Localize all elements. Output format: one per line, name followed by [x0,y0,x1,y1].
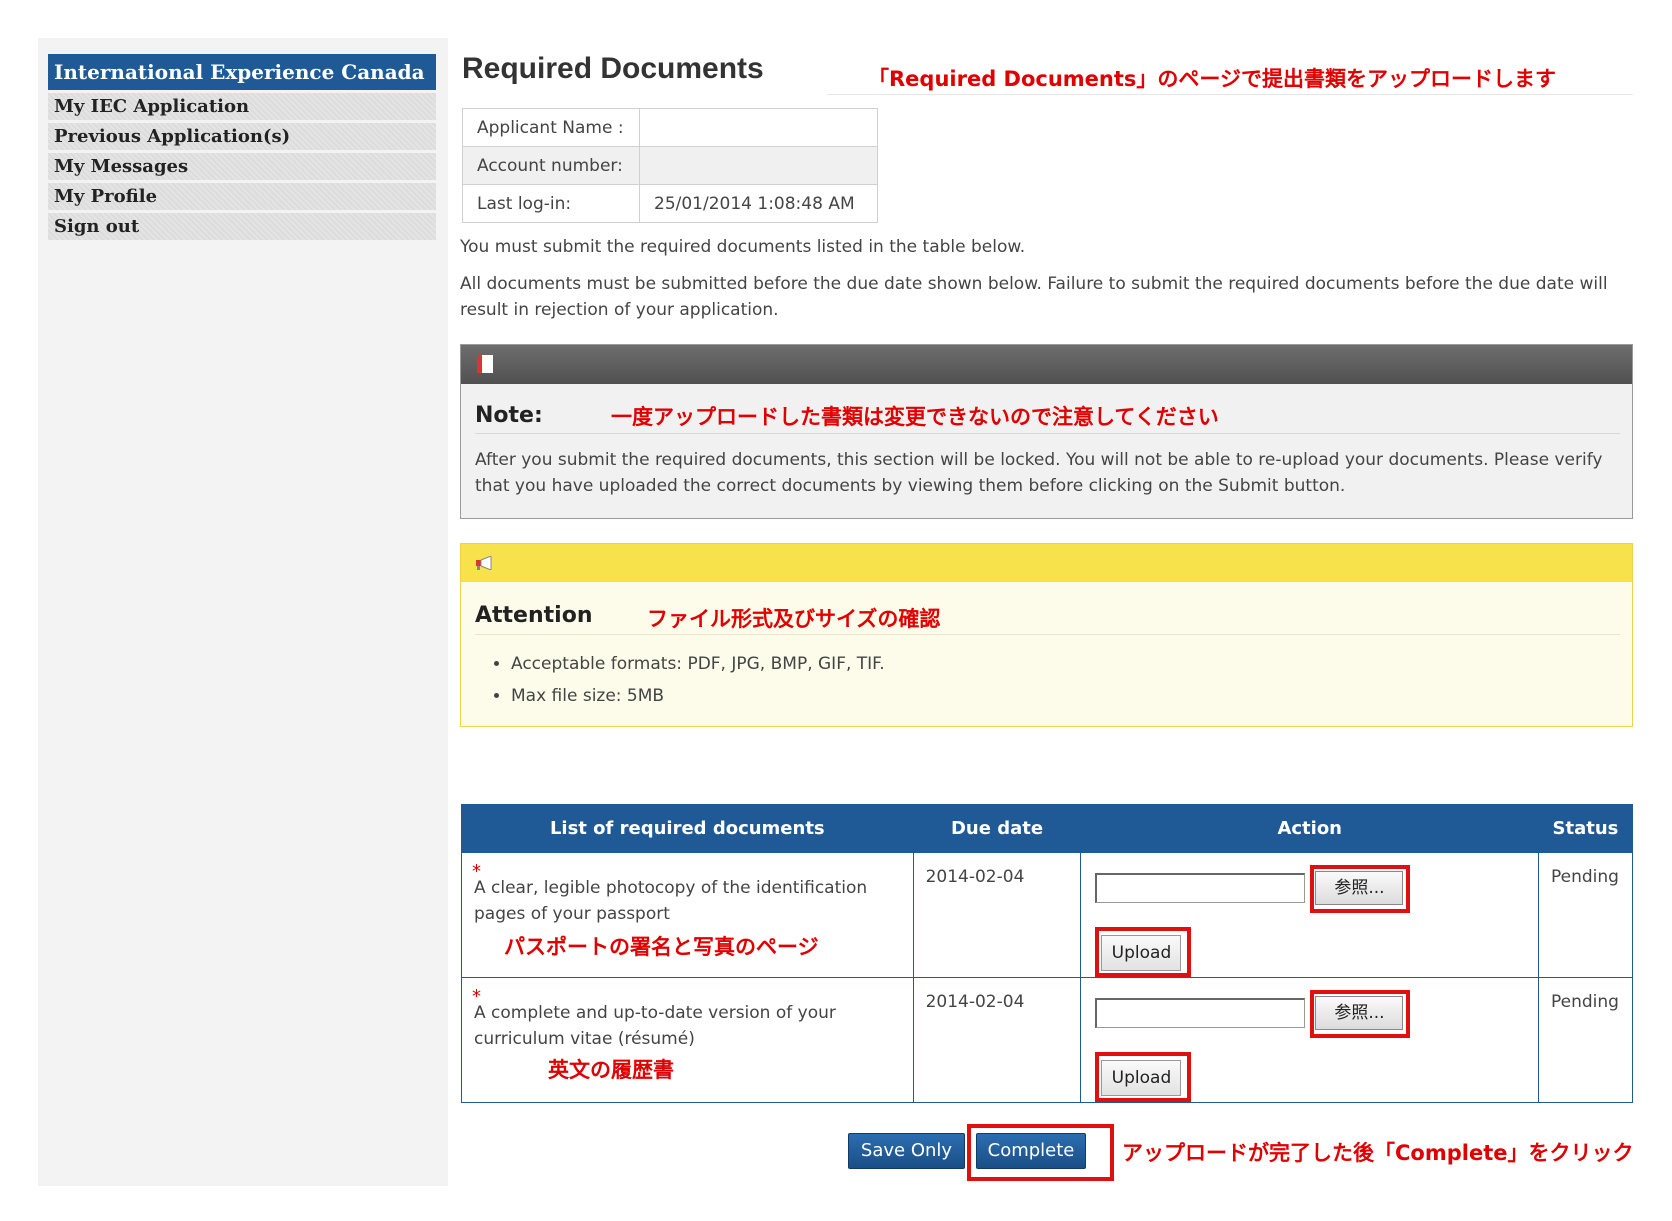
due-date-cell: 2014-02-04 [912,852,1082,978]
list-item: Max file size: 5MB [511,680,885,712]
table-row: * A complete and up-to-date version of y… [461,977,1634,1103]
document-name-cell: * A clear, legible photocopy of the iden… [461,852,914,978]
intro-text-1: You must submit the required documents l… [460,237,1026,257]
due-date-cell: 2014-02-04 [912,977,1082,1103]
note-panel: Note: 一度アップロードした書類は変更できないので注意してください Afte… [460,344,1633,519]
sidebar-item-sign-out[interactable]: Sign out [48,213,436,240]
last-login-label: Last log-in: [462,184,640,223]
note-divider [475,433,1620,434]
intro-text-2: All documents must be submitted before t… [460,274,1608,320]
account-number-label: Account number: [462,146,640,185]
table-row: * A clear, legible photocopy of the iden… [461,852,1634,978]
sidebar-header[interactable]: International Experience Canada [48,54,436,90]
applicant-name-row: Applicant Name : [462,108,878,147]
complete-annotation: アップロードが完了した後「Complete」をクリック [1122,1141,1634,1165]
status-cell: Pending [1537,852,1634,978]
file-path-input[interactable] [1095,998,1306,1028]
account-number-value [639,146,878,185]
applicant-name-label: Applicant Name : [462,108,640,147]
highlight-box [1310,990,1411,1038]
document-name: A clear, legible photocopy of the identi… [474,878,868,924]
required-marker: * [472,986,481,1007]
account-number-row: Account number: [462,146,878,185]
attention-annotation: ファイル形式及びサイズの確認 [647,607,941,631]
applicant-info-table: Applicant Name : Account number: Last lo… [462,108,878,223]
sidebar: International Experience Canada My IEC A… [48,54,436,240]
title-annotation: 「Required Documents」のページで提出書類をアップロードします [868,67,1556,91]
highlight-box [1095,1052,1192,1102]
action-cell: 参照... Upload [1080,977,1539,1103]
status-cell: Pending [1537,977,1634,1103]
column-header-action: Action [1080,804,1539,853]
sidebar-item-previous-applications[interactable]: Previous Application(s) [48,123,436,150]
column-header-documents: List of required documents [461,804,914,853]
document-annotation: 英文の履歴書 [548,1058,674,1082]
note-header-bar [461,345,1632,384]
note-annotation: 一度アップロードした書類は変更できないので注意してください [611,405,1219,429]
attention-header-bar [461,544,1632,582]
sidebar-item-my-messages[interactable]: My Messages [48,153,436,180]
table-header-row: List of required documents Due date Acti… [461,804,1634,853]
sidebar-item-my-iec-application[interactable]: My IEC Application [48,93,436,120]
highlight-box [1095,927,1192,977]
attention-title: Attention [475,603,593,628]
list-item: Acceptable formats: PDF, JPG, BMP, GIF, … [511,648,885,680]
attention-list: Acceptable formats: PDF, JPG, BMP, GIF, … [511,648,885,712]
sidebar-item-my-profile[interactable]: My Profile [48,183,436,210]
document-annotation: パスポートの署名と写真のページ [504,935,819,959]
document-name: A complete and up-to-date version of you… [474,1003,836,1049]
title-divider [827,94,1633,95]
file-path-input[interactable] [1095,873,1306,903]
highlight-box [967,1124,1114,1181]
document-name-cell: * A complete and up-to-date version of y… [461,977,914,1103]
highlight-box [1310,865,1411,913]
applicant-name-value [639,108,878,147]
column-header-status: Status [1537,804,1634,853]
last-login-row: Last log-in: 25/01/2014 1:08:48 AM [462,184,878,223]
required-marker: * [472,861,481,882]
note-text: After you submit the required documents,… [475,450,1603,496]
save-only-button[interactable]: Save Only [848,1133,965,1169]
page-title: Required Documents [462,52,764,85]
required-documents-table: List of required documents Due date Acti… [461,804,1634,1103]
megaphone-icon [476,556,492,570]
attention-panel: Attention ファイル形式及びサイズの確認 Acceptable form… [460,543,1633,727]
attention-divider [475,634,1620,635]
last-login-value: 25/01/2014 1:08:48 AM [639,184,878,223]
action-cell: 参照... Upload [1080,852,1539,978]
column-header-due-date: Due date [912,804,1082,853]
note-title: Note: [475,403,543,428]
book-icon [477,355,493,373]
